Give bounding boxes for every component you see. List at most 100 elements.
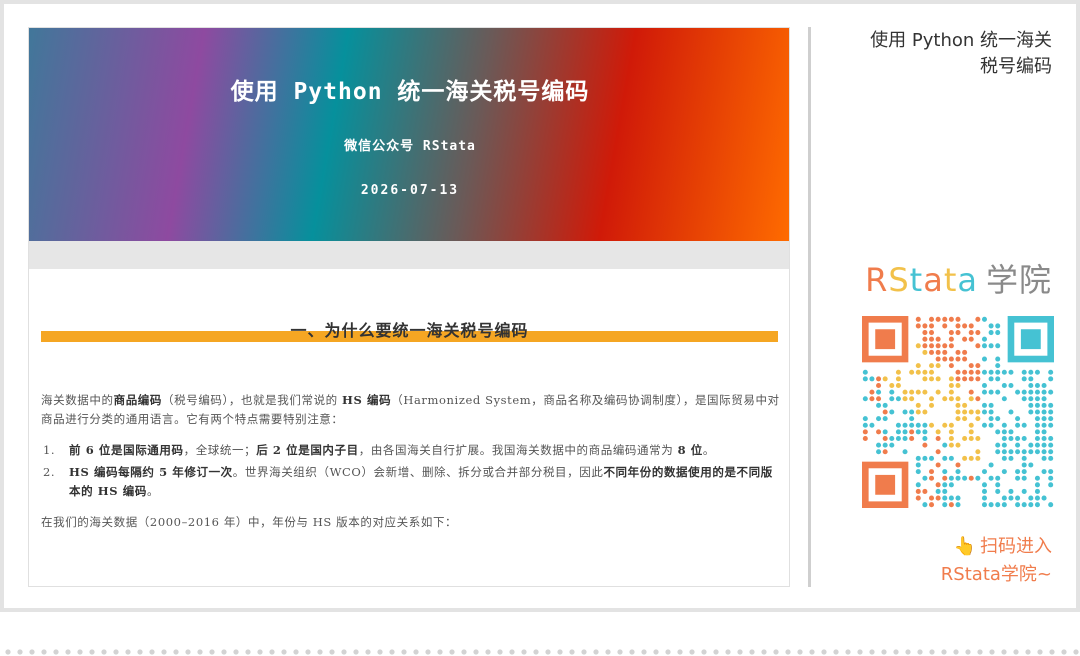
qr-dot: [955, 442, 961, 448]
qr-dot: [1028, 402, 1034, 408]
qr-dot: [1001, 495, 1007, 501]
brand-letter: R: [865, 261, 889, 299]
qr-dot: [948, 455, 954, 461]
qr-dot: [935, 356, 941, 362]
qr-dot: [988, 323, 994, 329]
qr-dot: [1048, 502, 1054, 508]
qr-dot: [889, 383, 895, 389]
qr-dot: [981, 422, 987, 428]
qr-dot: [929, 349, 935, 355]
qr-dot: [922, 369, 928, 375]
qr-dot: [1028, 409, 1034, 415]
qr-dot: [955, 502, 961, 508]
qr-dot: [935, 429, 941, 435]
qr-dot: [988, 422, 994, 428]
qr-dot: [1021, 449, 1027, 455]
qr-dot: [882, 429, 888, 435]
qr-dot: [1041, 435, 1047, 441]
qr-dot: [948, 363, 954, 369]
qr-dot: [915, 316, 921, 322]
qr-dot: [981, 502, 987, 508]
qr-dot: [988, 402, 994, 408]
qr-dot: [1028, 495, 1034, 501]
qr-dot: [862, 416, 868, 422]
article-preview[interactable]: 使用 Python 统一海关税号编码 微信公众号 RStata 2026-07-…: [28, 27, 790, 587]
qr-dot: [1028, 389, 1034, 395]
qr-dot: [915, 363, 921, 369]
qr-dot: [968, 336, 974, 342]
qr-dot: [975, 475, 981, 481]
qr-dot: [975, 435, 981, 441]
qr-dot: [942, 495, 948, 501]
qr-dot: [882, 376, 888, 382]
qr-dot: [909, 429, 915, 435]
brand-letter: t: [909, 261, 924, 299]
qr-code[interactable]: [862, 316, 1054, 508]
qr-dot: [968, 323, 974, 329]
qr-dot: [995, 449, 1001, 455]
qr-dot: [988, 330, 994, 336]
qr-dot: [1021, 455, 1027, 461]
qr-dot: [929, 369, 935, 375]
qr-dot: [882, 435, 888, 441]
qr-dot: [929, 330, 935, 336]
qr-dot: [995, 475, 1001, 481]
qr-dot: [882, 442, 888, 448]
banner-subtitle: 微信公众号 RStata: [344, 139, 476, 154]
qr-dot: [995, 330, 1001, 336]
qr-dot: [876, 396, 882, 402]
qr-dot: [962, 435, 968, 441]
qr-dot: [962, 402, 968, 408]
qr-dot: [1048, 449, 1054, 455]
qr-dot: [915, 402, 921, 408]
qr-dot: [981, 409, 987, 415]
qr-dot: [962, 323, 968, 329]
qr-dot: [975, 449, 981, 455]
scan-prompt: 👆 扫码进入 RStata学院~: [941, 533, 1052, 589]
qr-dot: [876, 402, 882, 408]
qr-dot: [968, 409, 974, 415]
qr-dot: [1001, 422, 1007, 428]
qr-dot: [1001, 396, 1007, 402]
qr-dot: [1008, 455, 1014, 461]
qr-dot: [975, 369, 981, 375]
qr-dot: [968, 429, 974, 435]
qr-dot: [876, 449, 882, 455]
qr-dot: [922, 488, 928, 494]
qr-dot: [869, 396, 875, 402]
intro-bold: 商品编码: [113, 393, 163, 407]
qr-dot: [981, 383, 987, 389]
dotted-separator: [0, 648, 1080, 656]
scan-line: RStata学院~: [940, 564, 1052, 585]
section-heading: 一、为什么要统一海关税号编码: [41, 317, 778, 343]
qr-dot: [1015, 435, 1021, 441]
qr-dot: [889, 442, 895, 448]
qr-dot: [1015, 422, 1021, 428]
qr-dot: [995, 488, 1001, 494]
qr-dot: [948, 356, 954, 362]
qr-dot: [935, 449, 941, 455]
qr-dot: [922, 330, 928, 336]
qr-dot: [981, 482, 987, 488]
qr-dot: [1008, 409, 1014, 415]
intro-text: 海关数据中的: [41, 393, 114, 407]
list-text: ，全球统一；: [183, 443, 257, 457]
list-text: ，由各国海关自行扩展。我国海关数据中的商品编码通常为: [358, 443, 678, 457]
qr-dot: [929, 422, 935, 428]
list-item: 2. HS 编码每隔约 5 年修订一次。世界海关组织（WCO）会新增、删除、拆分…: [43, 463, 778, 501]
qr-dot: [1021, 469, 1027, 475]
qr-dot: [1028, 502, 1034, 508]
qr-dot: [988, 502, 994, 508]
qr-dot: [882, 449, 888, 455]
qr-dot: [962, 409, 968, 415]
feature-list: 1. 前 6 位是国际通用码，全球统一；后 2 位是国内子目，由各国海关自行扩展…: [43, 441, 778, 504]
qr-dot: [1041, 402, 1047, 408]
qr-dot: [1034, 488, 1040, 494]
qr-dot: [929, 402, 935, 408]
qr-dot: [929, 455, 935, 461]
qr-dot: [1034, 482, 1040, 488]
qr-dot: [1001, 429, 1007, 435]
qr-dot: [895, 396, 901, 402]
article-banner: 使用 Python 统一海关税号编码 微信公众号 RStata 2026-07-…: [29, 28, 789, 241]
qr-dot: [995, 343, 1001, 349]
